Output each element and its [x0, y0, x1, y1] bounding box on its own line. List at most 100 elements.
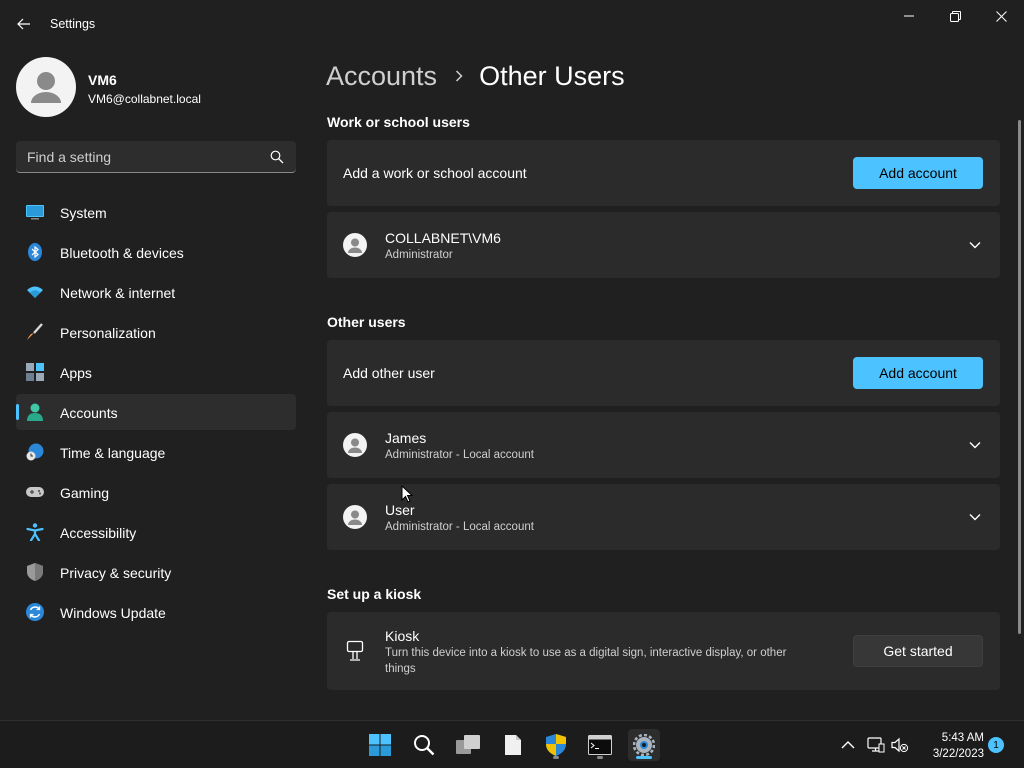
section-heading-other-users: Other users: [327, 314, 406, 330]
user-card-user[interactable]: User Administrator - Local account: [327, 484, 1000, 550]
add-work-account-card: Add a work or school account Add account: [327, 140, 1000, 206]
tray-volume-button[interactable]: [890, 735, 910, 755]
window-title: Settings: [50, 17, 96, 31]
taskbar-app-settings[interactable]: [628, 729, 660, 761]
title-bar: Settings: [0, 0, 1024, 48]
taskbar-app-security[interactable]: [540, 729, 572, 761]
user-avatar: [343, 233, 367, 257]
minimize-icon: [904, 15, 914, 17]
search-box[interactable]: [16, 141, 296, 173]
kiosk-get-started-button[interactable]: Get started: [853, 635, 983, 667]
sidebar-item-label: Accessibility: [60, 525, 137, 541]
bluetooth-icon: [28, 243, 42, 261]
tray-network-button[interactable]: [866, 735, 886, 755]
add-other-user-button[interactable]: Add account: [853, 357, 983, 389]
taskbar-app-terminal[interactable]: [584, 729, 616, 761]
user-name: James: [385, 430, 427, 446]
profile-email: VM6@collabnet.local: [88, 92, 201, 106]
taskbar-clock[interactable]: 5:43 AM 3/22/2023: [920, 730, 984, 762]
sidebar-item-label: Accounts: [60, 405, 118, 421]
user-avatar: [343, 433, 367, 457]
person-icon: [348, 438, 362, 453]
sidebar-item-windows-update[interactable]: Windows Update: [16, 594, 296, 630]
sidebar-item-label: Personalization: [60, 325, 156, 341]
sidebar-item-label: Windows Update: [60, 605, 166, 621]
close-icon: [995, 10, 1007, 22]
sidebar-item-personalization[interactable]: Personalization: [16, 314, 296, 350]
user-card-james[interactable]: James Administrator - Local account: [327, 412, 1000, 478]
user-role: Administrator - Local account: [385, 449, 534, 461]
sidebar-item-system[interactable]: System: [16, 194, 296, 230]
search-input[interactable]: [16, 141, 256, 172]
kiosk-icon: [346, 640, 364, 661]
sidebar-item-privacy-security[interactable]: Privacy & security: [16, 554, 296, 590]
sidebar-nav: System Bluetooth & devices Network & int…: [16, 194, 296, 634]
user-card-collabnet-vm6[interactable]: COLLABNET\VM6 Administrator: [327, 212, 1000, 278]
kiosk-description: Turn this device into a kiosk to use as …: [385, 647, 787, 659]
sidebar-item-gaming[interactable]: Gaming: [16, 474, 296, 510]
terminal-icon: [588, 735, 612, 755]
taskbar: 5:43 AM 3/22/2023 1: [0, 720, 1024, 768]
kiosk-card: Kiosk Turn this device into a kiosk to u…: [327, 612, 1000, 690]
task-view-button[interactable]: [452, 729, 484, 761]
restore-button[interactable]: [932, 4, 978, 28]
kiosk-title: Kiosk: [385, 628, 420, 644]
chevron-down-icon[interactable]: [968, 438, 982, 452]
start-button[interactable]: [364, 729, 396, 761]
close-button[interactable]: [978, 4, 1024, 28]
sidebar-item-apps[interactable]: Apps: [16, 354, 296, 390]
sidebar-item-label: Apps: [60, 365, 92, 381]
network-icon: [867, 737, 885, 753]
user-name: COLLABNET\VM6: [385, 230, 501, 246]
uac-shield-icon: [546, 734, 566, 756]
person-icon: [348, 238, 362, 253]
globe-clock-icon: [26, 443, 44, 461]
profile-avatar[interactable]: [16, 57, 76, 117]
apps-icon: [26, 363, 44, 381]
brush-icon: [27, 323, 43, 340]
sidebar-item-label: System: [60, 205, 107, 221]
breadcrumb-parent[interactable]: Accounts: [326, 61, 437, 92]
file-icon: [505, 735, 521, 755]
sidebar-item-label: Privacy & security: [60, 565, 172, 581]
profile-name: VM6: [88, 72, 117, 88]
chevron-up-icon: [841, 741, 855, 749]
tray-overflow-button[interactable]: [838, 735, 858, 755]
restore-icon: [949, 10, 961, 22]
chevron-down-icon[interactable]: [968, 238, 982, 252]
add-work-account-button[interactable]: Add account: [853, 157, 983, 189]
taskbar-search-button[interactable]: [408, 729, 440, 761]
sidebar-item-label: Gaming: [60, 485, 110, 501]
minimize-button[interactable]: [886, 4, 932, 28]
person-icon: [348, 510, 362, 525]
search-icon[interactable]: [270, 150, 284, 164]
user-name: User: [385, 502, 415, 518]
notification-badge[interactable]: 1: [988, 737, 1004, 753]
sidebar-item-bluetooth[interactable]: Bluetooth & devices: [16, 234, 296, 270]
back-arrow-icon: [17, 18, 30, 30]
sidebar-item-accessibility[interactable]: Accessibility: [16, 514, 296, 550]
clock-time: 5:43 AM: [941, 732, 984, 744]
sidebar-item-network[interactable]: Network & internet: [16, 274, 296, 310]
chevron-down-icon[interactable]: [968, 510, 982, 524]
accessibility-icon: [26, 523, 44, 541]
user-role: Administrator: [385, 249, 453, 261]
section-heading-work-school: Work or school users: [327, 114, 470, 130]
sidebar-item-label: Time & language: [60, 445, 166, 461]
sidebar-item-time-language[interactable]: Time & language: [16, 434, 296, 470]
breadcrumb: Accounts Other Users: [326, 58, 625, 94]
taskbar-app-file[interactable]: [497, 729, 529, 761]
clock-date: 3/22/2023: [932, 748, 984, 760]
search-icon: [414, 735, 435, 756]
add-other-user-text: Add other user: [343, 365, 435, 381]
task-view-icon: [456, 735, 480, 754]
user-role: Administrator - Local account: [385, 521, 534, 533]
wifi-icon: [27, 286, 43, 298]
update-icon: [26, 603, 44, 621]
scrollbar[interactable]: [1018, 120, 1021, 634]
back-button[interactable]: [12, 12, 36, 36]
windows-logo-icon: [369, 734, 391, 756]
gamepad-icon: [26, 487, 44, 497]
shield-icon: [27, 563, 43, 581]
sidebar-item-accounts[interactable]: Accounts: [16, 394, 296, 430]
